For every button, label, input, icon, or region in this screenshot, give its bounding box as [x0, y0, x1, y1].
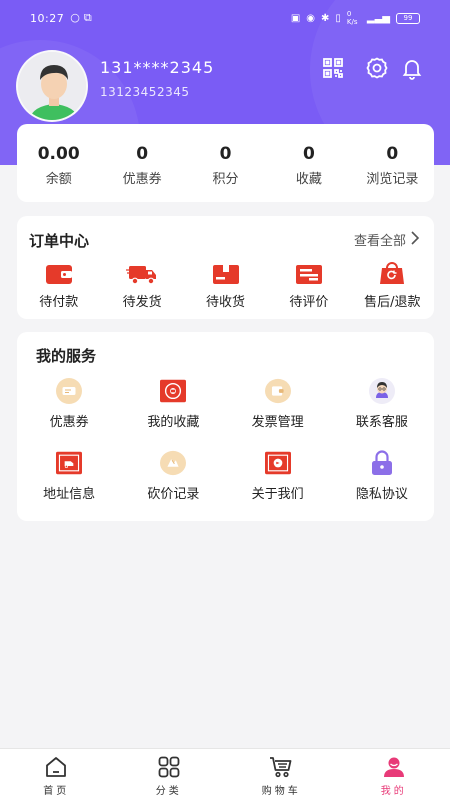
order-pending-payment[interactable]: 待付款: [17, 262, 100, 310]
stat-value: 0: [386, 144, 399, 164]
service-label: 联系客服: [355, 415, 408, 430]
tab-label: 我的: [380, 786, 407, 797]
stats-card: 0.00 余额 0 优惠券 0 积分 0 收藏 0 浏览记录: [17, 124, 434, 202]
stat-points[interactable]: 0 积分: [184, 124, 267, 202]
address-icon: [56, 450, 83, 476]
stat-balance[interactable]: 0.00 余额: [17, 124, 100, 202]
stat-label: 优惠券: [122, 172, 162, 187]
avatar[interactable]: [16, 50, 88, 122]
service-label: 地址信息: [43, 487, 96, 502]
service-label: 隐私协议: [355, 487, 408, 502]
service-address[interactable]: 地址信息: [17, 450, 121, 502]
order-pending-shipment[interactable]: 待发货: [100, 262, 183, 310]
stat-label: 收藏: [295, 172, 322, 187]
tab-label: 分类: [155, 786, 182, 797]
privacy-lock-icon: [369, 450, 395, 476]
service-customer-support[interactable]: 联系客服: [330, 378, 434, 430]
notification-bell-icon[interactable]: [400, 56, 424, 80]
my-services-card: 我的服务 优惠券 我的收藏 发票管理 联系客服 地址信息 砍价记录 关于我们 隐…: [17, 332, 434, 521]
truck-icon: [126, 266, 157, 285]
nfc-icon: ▣: [290, 12, 301, 24]
order-center-card: 订单中心 查看全部 待付款 待发货 待收货 待评价 售后/退款: [17, 216, 434, 319]
coupon-icon: [56, 378, 83, 404]
review-icon: [295, 265, 322, 284]
stat-favorites[interactable]: 0 收藏: [267, 124, 350, 202]
stat-coupons[interactable]: 0 优惠券: [100, 124, 183, 202]
battery-icon: 99: [396, 12, 420, 24]
stat-value: 0.00: [37, 144, 80, 164]
refund-icon: [380, 262, 405, 284]
category-icon: [158, 756, 180, 778]
order-pending-review[interactable]: 待评价: [267, 262, 350, 310]
service-bargain[interactable]: 砍价记录: [121, 450, 225, 502]
profile-icon: [383, 757, 404, 777]
tab-label: 购物车: [261, 786, 301, 797]
order-label: 售后/退款: [364, 295, 421, 310]
stat-label: 余额: [45, 172, 72, 187]
service-label: 我的收藏: [147, 415, 200, 430]
service-label: 优惠券: [49, 415, 89, 430]
box-icon: [212, 265, 239, 284]
bottom-tab-bar: 首页 分类 购物车 我的: [0, 748, 450, 800]
service-label: 关于我们: [251, 487, 304, 502]
service-about-us[interactable]: 关于我们: [226, 450, 330, 502]
order-status-row: 待付款 待发货 待收货 待评价 售后/退款: [17, 262, 434, 310]
tab-cart[interactable]: 购物车: [225, 749, 338, 800]
link-icon: ⧉: [83, 11, 92, 24]
order-after-sales[interactable]: 售后/退款: [351, 262, 434, 310]
stat-value: 0: [136, 144, 149, 164]
order-label: 待收货: [206, 295, 246, 310]
service-favorites[interactable]: 我的收藏: [121, 378, 225, 430]
signal-icon: ▂▃▅: [366, 12, 390, 24]
view-all-orders-link[interactable]: 查看全部: [354, 230, 420, 249]
order-label: 待评价: [289, 295, 329, 310]
stat-value: 0: [303, 144, 315, 164]
status-time: 10:27: [30, 11, 65, 25]
order-pending-receipt[interactable]: 待收货: [184, 262, 267, 310]
order-label: 待付款: [39, 295, 79, 310]
service-invoices[interactable]: 发票管理: [226, 378, 330, 430]
cart-icon: [270, 757, 292, 778]
my-services-title: 我的服务: [36, 347, 97, 365]
tab-home[interactable]: 首页: [0, 749, 113, 800]
view-all-label: 查看全部: [353, 234, 406, 249]
stat-value: 0: [219, 144, 232, 164]
qr-code-icon[interactable]: [321, 56, 345, 80]
order-center-title: 订单中心: [29, 232, 90, 250]
cloud-icon: ○: [70, 11, 80, 24]
service-label: 砍价记录: [147, 487, 200, 502]
tab-category[interactable]: 分类: [113, 749, 226, 800]
favorites-icon: [160, 378, 187, 404]
bargain-icon: [160, 450, 187, 476]
invoice-icon: [264, 378, 291, 404]
settings-icon[interactable]: [365, 56, 389, 80]
order-label: 待发货: [122, 295, 162, 310]
service-coupons[interactable]: 优惠券: [17, 378, 121, 430]
tab-profile[interactable]: 我的: [338, 749, 450, 800]
customer-service-icon: [368, 378, 395, 404]
about-icon: [264, 450, 291, 476]
vibrate-icon: ▯: [335, 12, 341, 24]
status-bar: 10:27 ○ ⧉ ▣ ◉ ✱ ▯ 0 K/s ▂▃▅ 99: [0, 0, 450, 36]
tab-label: 首页: [43, 786, 70, 797]
home-icon: [46, 757, 67, 777]
bluetooth-icon: ✱: [321, 12, 330, 24]
service-label: 发票管理: [251, 415, 304, 430]
service-privacy[interactable]: 隐私协议: [330, 450, 434, 502]
wallet-icon: [45, 265, 72, 284]
chevron-right-icon: [410, 230, 420, 249]
services-grid: 优惠券 我的收藏 发票管理 联系客服 地址信息 砍价记录 关于我们 隐私协议: [17, 378, 434, 502]
username[interactable]: 131****2345: [100, 58, 214, 77]
stat-history[interactable]: 0 浏览记录: [351, 124, 434, 202]
user-phone: 13123452345: [100, 85, 190, 99]
stat-label: 浏览记录: [366, 172, 419, 187]
alarm-icon: ◉: [306, 12, 316, 24]
network-speed: 0 K/s: [346, 10, 358, 26]
stat-label: 积分: [212, 172, 239, 187]
